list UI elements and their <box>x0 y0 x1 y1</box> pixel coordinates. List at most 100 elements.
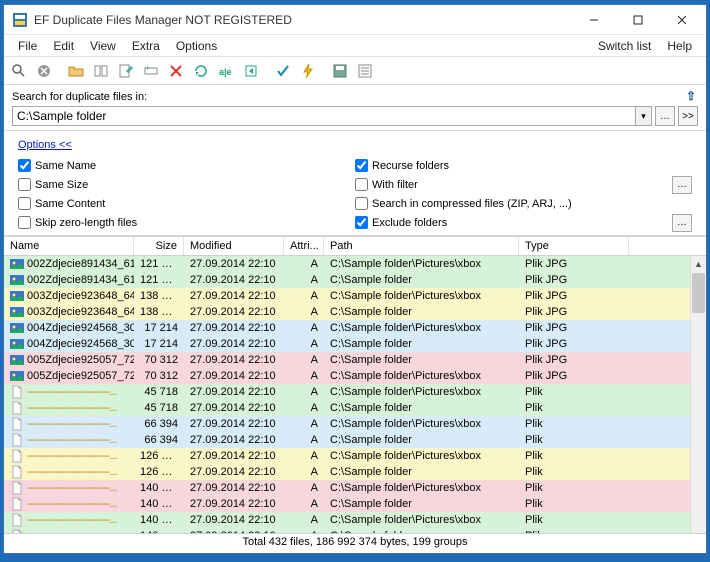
stop-icon[interactable] <box>33 60 55 82</box>
table-row[interactable]: 004Zdjecie924568_307...17 21427.09.2014 … <box>4 320 690 336</box>
opt-skip-zero[interactable]: Skip zero-length files <box>18 216 355 229</box>
checkbox-exclude[interactable] <box>355 216 368 229</box>
cell-attr: A <box>284 322 324 334</box>
cell-size: 17 214 <box>134 322 184 334</box>
opt-recurse[interactable]: Recurse folders <box>355 159 692 172</box>
table-row[interactable]: 005Zdjecie925057_724...70 31227.09.2014 … <box>4 368 690 384</box>
menu-options[interactable]: Options <box>168 37 225 55</box>
collapse-icon[interactable]: ⇧ <box>686 89 696 103</box>
table-row[interactable]: --------------------------...140 58827.0… <box>4 528 690 533</box>
menu-view[interactable]: View <box>82 37 124 55</box>
cell-attr: A <box>284 290 324 302</box>
exclude-config-button[interactable]: … <box>672 214 692 232</box>
menu-file[interactable]: File <box>10 37 45 55</box>
scroll-up-icon[interactable]: ▲ <box>691 256 706 272</box>
bolt-icon[interactable] <box>297 60 319 82</box>
generic-file-icon <box>10 385 24 399</box>
generic-file-icon <box>10 401 24 415</box>
checkbox-compressed[interactable] <box>355 197 368 210</box>
refresh-icon[interactable] <box>190 60 212 82</box>
table-row[interactable]: --------------------------...66 39427.09… <box>4 416 690 432</box>
opt-exclude[interactable]: Exclude folders… <box>355 216 692 229</box>
book-icon[interactable] <box>90 60 112 82</box>
menu-help[interactable]: Help <box>659 37 700 55</box>
checkbox-skip-zero[interactable] <box>18 216 31 229</box>
opt-with-filter[interactable]: With filter… <box>355 178 692 191</box>
opt-compressed[interactable]: Search in compressed files (ZIP, ARJ, ..… <box>355 197 692 210</box>
cell-type: Plik <box>519 514 629 526</box>
cell-modified: 27.09.2014 22:10 <box>184 514 284 526</box>
rename-icon[interactable] <box>140 60 162 82</box>
cell-path: C:\Sample folder\Pictures\xbox <box>324 386 519 398</box>
opt-same-name[interactable]: Same Name <box>18 159 355 172</box>
table-row[interactable]: --------------------------...140 30327.0… <box>4 496 690 512</box>
table-row[interactable]: 005Zdjecie925057_724...70 31227.09.2014 … <box>4 352 690 368</box>
opt-same-size[interactable]: Same Size <box>18 178 355 191</box>
browse-button[interactable]: … <box>655 106 675 126</box>
vertical-scrollbar[interactable]: ▲ ▼ <box>690 256 706 533</box>
table-row[interactable]: --------------------------...45 71827.09… <box>4 400 690 416</box>
search-panel: Search for duplicate files in: ⇧ ▾ … >> <box>4 85 706 131</box>
options-toggle-link[interactable]: Options << <box>18 139 72 151</box>
table-row[interactable]: 003Zdjecie923648_645...138 03827.09.2014… <box>4 288 690 304</box>
go-button[interactable]: >> <box>678 106 698 126</box>
cell-size: 140 303 <box>134 482 184 494</box>
col-path[interactable]: Path <box>324 237 519 255</box>
cell-type: Plik <box>519 402 629 414</box>
col-modified[interactable]: Modified <box>184 237 284 255</box>
checkbox-with-filter[interactable] <box>355 178 368 191</box>
search-icon[interactable] <box>8 60 30 82</box>
edit-page-icon[interactable] <box>115 60 137 82</box>
col-size[interactable]: Size <box>134 237 184 255</box>
filter-config-button[interactable]: … <box>672 176 692 194</box>
generic-file-icon <box>10 481 24 495</box>
col-name[interactable]: Name <box>4 237 134 255</box>
cell-path: C:\Sample folder <box>324 402 519 414</box>
menu-extra[interactable]: Extra <box>124 37 168 55</box>
open-folder-icon[interactable] <box>65 60 87 82</box>
delete-icon[interactable] <box>165 60 187 82</box>
cell-size: 45 718 <box>134 386 184 398</box>
app-icon <box>12 12 28 28</box>
compare-icon[interactable]: a|e <box>215 60 237 82</box>
maximize-button[interactable] <box>616 6 660 34</box>
table-row[interactable]: 002Zdjecie891434_615...121 42827.09.2014… <box>4 272 690 288</box>
checkbox-recurse[interactable] <box>355 159 368 172</box>
table-row[interactable]: 004Zdjecie924568_307...17 21427.09.2014 … <box>4 336 690 352</box>
table-row[interactable]: --------------------------...45 71827.09… <box>4 384 690 400</box>
scroll-thumb[interactable] <box>692 273 705 313</box>
export-icon[interactable] <box>240 60 262 82</box>
cell-modified: 27.09.2014 22:10 <box>184 370 284 382</box>
save-list-icon[interactable] <box>329 60 351 82</box>
cell-path: C:\Sample folder <box>324 530 519 533</box>
table-row[interactable]: --------------------------...126 04327.0… <box>4 464 690 480</box>
menu-switch-list[interactable]: Switch list <box>590 37 659 55</box>
menu-edit[interactable]: Edit <box>45 37 82 55</box>
minimize-button[interactable] <box>572 6 616 34</box>
cell-modified: 27.09.2014 22:10 <box>184 306 284 318</box>
table-row[interactable]: --------------------------...140 58827.0… <box>4 512 690 528</box>
checkbox-same-size[interactable] <box>18 178 31 191</box>
cell-name: --------------------------... <box>27 514 117 526</box>
cell-type: Plik <box>519 434 629 446</box>
close-button[interactable] <box>660 6 704 34</box>
col-type[interactable]: Type <box>519 237 629 255</box>
cell-path: C:\Sample folder\Pictures\xbox <box>324 514 519 526</box>
table-row[interactable]: 003Zdjecie923648_645...138 03827.09.2014… <box>4 304 690 320</box>
checkbox-same-name[interactable] <box>18 159 31 172</box>
path-input[interactable] <box>12 106 636 126</box>
cell-type: Plik <box>519 530 629 533</box>
table-row[interactable]: --------------------------...126 04327.0… <box>4 448 690 464</box>
properties-icon[interactable] <box>354 60 376 82</box>
col-attr[interactable]: Attri... <box>284 237 324 255</box>
path-dropdown-icon[interactable]: ▾ <box>636 106 652 126</box>
table-row[interactable]: --------------------------...140 30327.0… <box>4 480 690 496</box>
cell-modified: 27.09.2014 22:10 <box>184 274 284 286</box>
opt-same-content[interactable]: Same Content <box>18 197 355 210</box>
check-icon[interactable] <box>272 60 294 82</box>
checkbox-same-content[interactable] <box>18 197 31 210</box>
cell-name: --------------------------... <box>27 498 117 510</box>
table-row[interactable]: --------------------------...66 39427.09… <box>4 432 690 448</box>
table-row[interactable]: 002Zdjecie891434_615...121 42827.09.2014… <box>4 256 690 272</box>
cell-attr: A <box>284 386 324 398</box>
